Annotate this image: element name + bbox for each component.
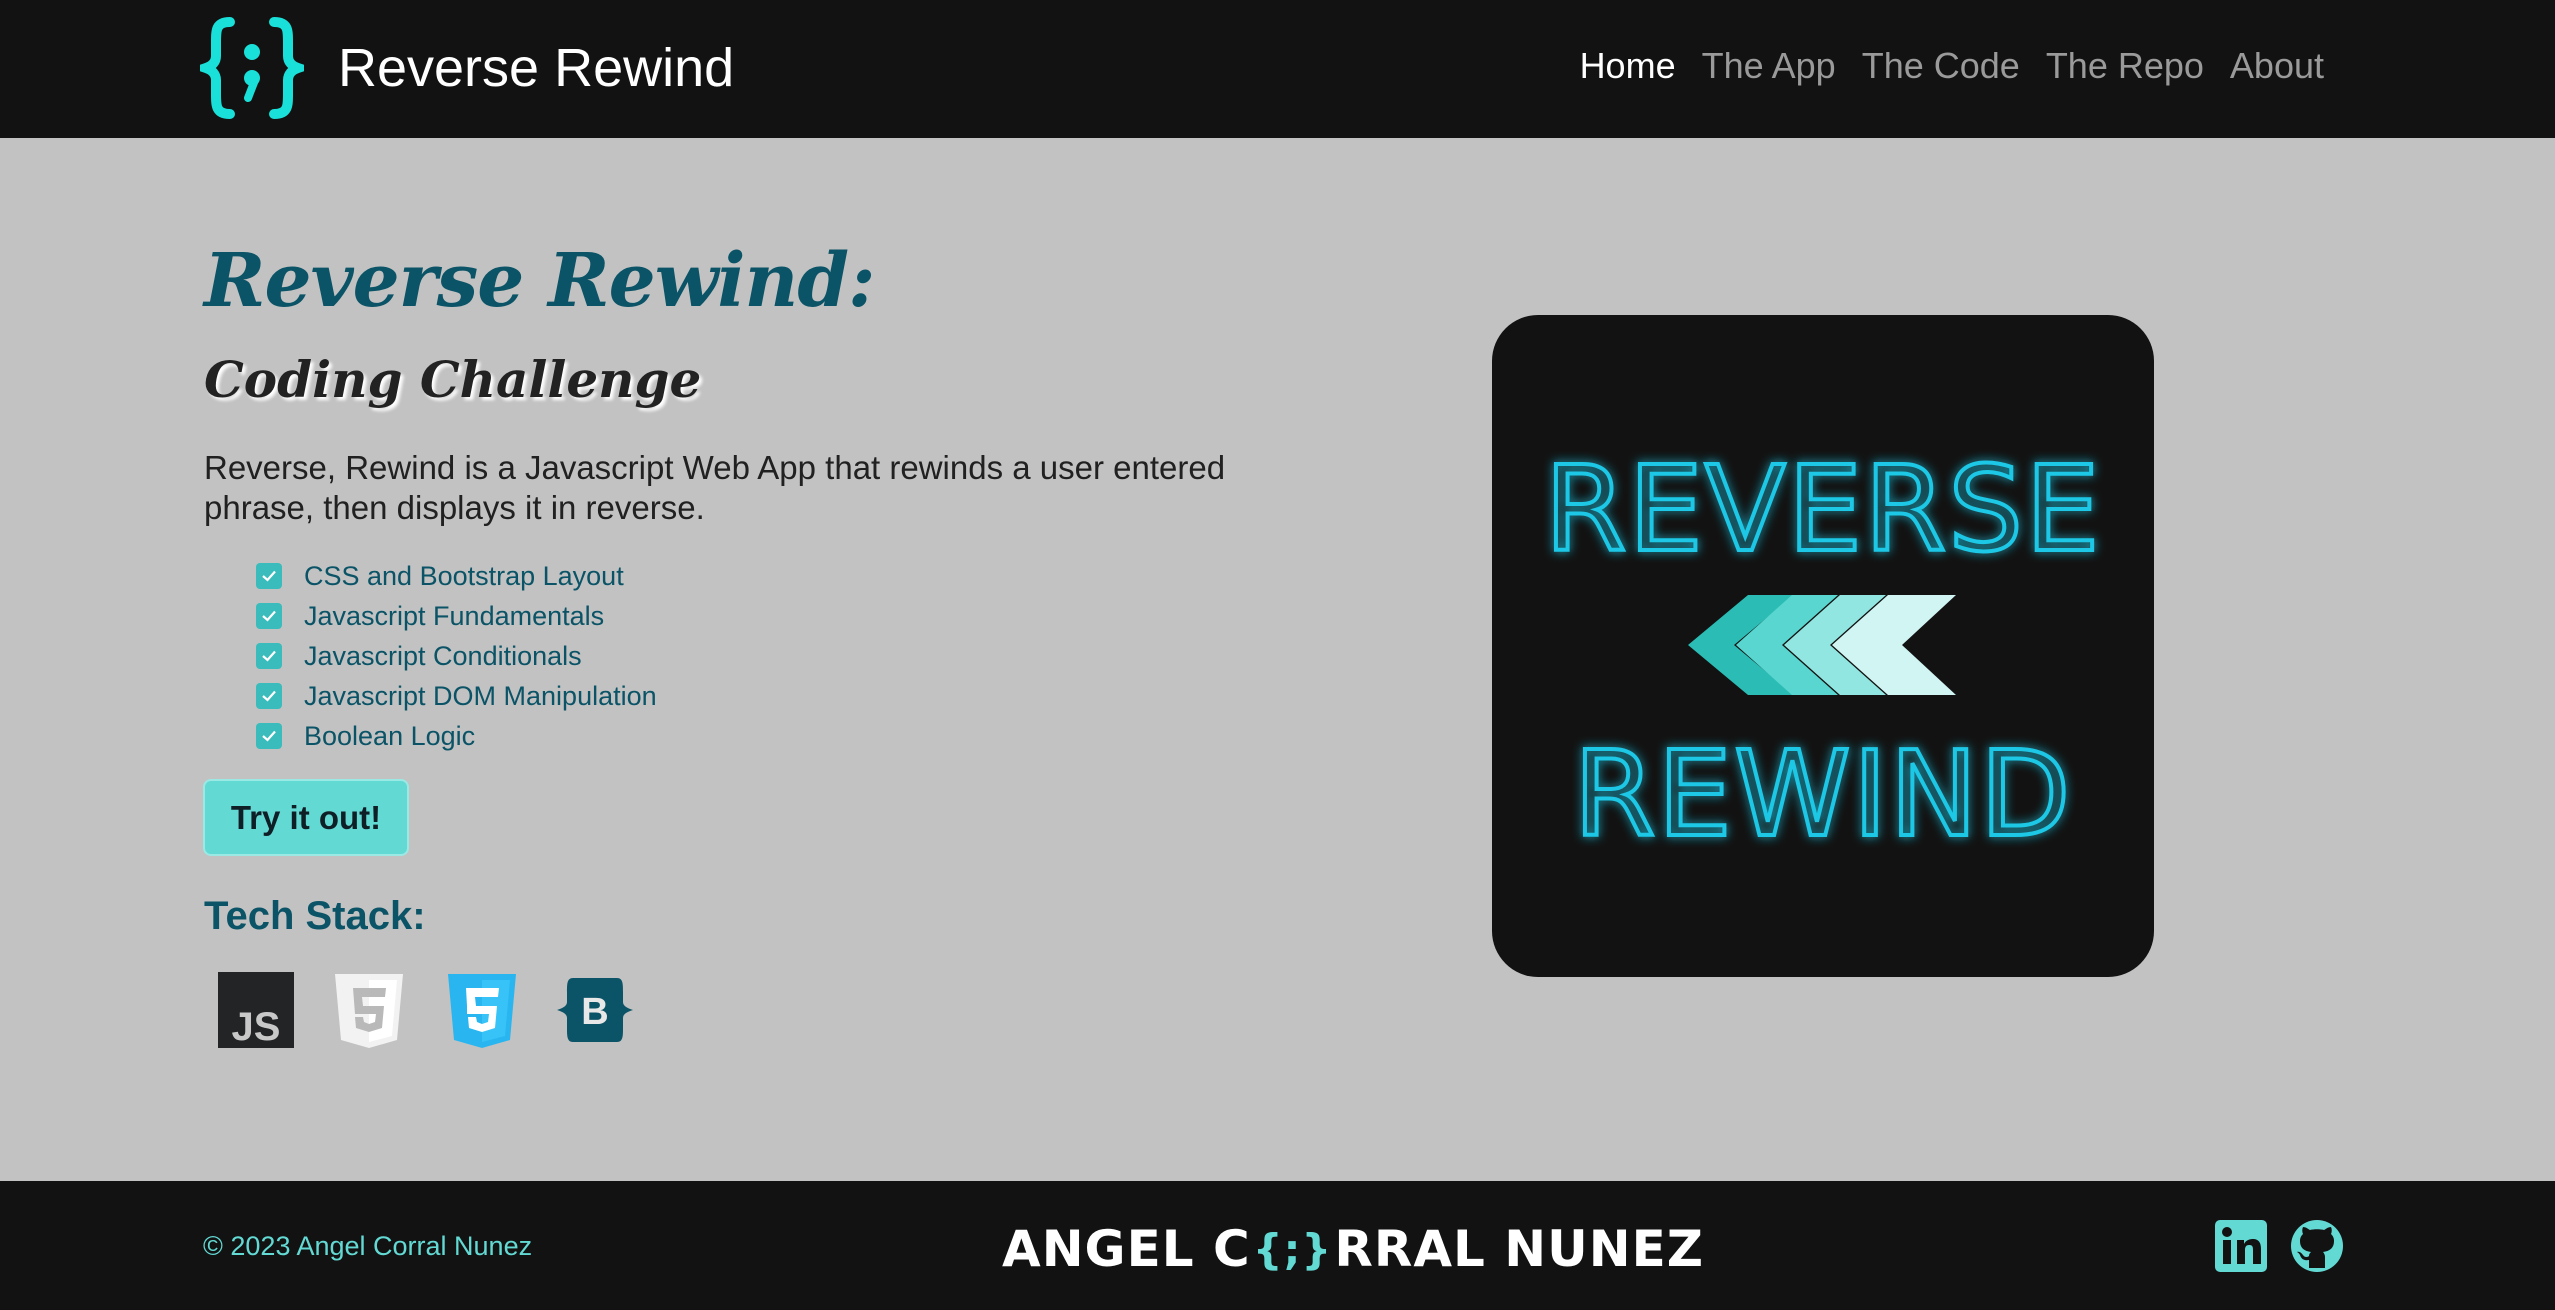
app-description: Reverse, Rewind is a Javascript Web App … [204,449,1226,526]
list-item: Boolean Logic [256,716,657,756]
brand-name: Reverse Rewind [338,38,735,98]
footer-logo-part2: RRAL NUNEZ [1334,1220,1704,1278]
nav-the-repo[interactable]: The Repo [2033,44,2217,88]
feature-label: Boolean Logic [304,720,476,751]
social-links [2213,1218,2345,1274]
main-nav: Home The App The Code The Repo About [1567,44,2337,88]
checkbox-checked-icon [256,563,282,589]
page-footer: © 2023 Angel Corral Nunez ANGEL C {;} RR… [0,1181,2555,1310]
linkedin-icon[interactable] [2213,1218,2269,1274]
page-subtitle: Coding Challenge [204,350,702,409]
list-item: Javascript Fundamentals [256,596,657,636]
nav-about[interactable]: About [2217,44,2337,88]
feature-list: CSS and Bootstrap Layout Javascript Fund… [256,556,657,756]
rewind-arrows-icon [1688,595,1956,695]
tech-stack-icons: JS B [216,970,668,1050]
top-navbar: Reverse Rewind Home The App The Code The… [0,0,2555,138]
checkbox-checked-icon [256,683,282,709]
checkbox-checked-icon [256,723,282,749]
svg-text:JS: JS [232,1005,281,1049]
list-item: CSS and Bootstrap Layout [256,556,657,596]
nav-the-code[interactable]: The Code [1849,44,2033,88]
brand-link[interactable]: Reverse Rewind [190,16,735,120]
svg-text:B: B [581,991,608,1033]
bootstrap-icon: B [555,970,635,1050]
hero-title-line2: REWIND [1573,725,2072,863]
footer-logo-brace: {;} [1252,1224,1333,1274]
feature-label: Javascript Fundamentals [304,600,605,631]
feature-label: Javascript Conditionals [304,640,582,671]
footer-logo-part1: ANGEL C [1002,1220,1251,1278]
html5-icon [329,970,409,1050]
hero-title-line1: REVERSE [1544,440,2101,578]
nav-home[interactable]: Home [1567,44,1689,88]
list-item: Javascript DOM Manipulation [256,676,657,716]
feature-label: CSS and Bootstrap Layout [304,560,624,591]
app-hero-image: REVERSE REWIND [1492,315,2154,977]
checkbox-checked-icon [256,603,282,629]
checkbox-checked-icon [256,643,282,669]
page-title: Reverse Rewind: [204,238,875,324]
list-item: Javascript Conditionals [256,636,657,676]
javascript-icon: JS [216,970,296,1050]
try-it-out-button[interactable]: Try it out! [203,779,409,856]
tech-stack-title: Tech Stack: [204,894,426,938]
nav-the-app[interactable]: The App [1689,44,1849,88]
css3-icon [442,970,522,1050]
copyright-text: © 2023 Angel Corral Nunez [203,1231,533,1261]
feature-label: Javascript DOM Manipulation [304,680,657,711]
footer-logo: ANGEL C {;} RRAL NUNEZ [1002,1220,1704,1278]
curly-braces-semicolon-icon [190,16,314,120]
github-icon[interactable] [2289,1218,2345,1274]
